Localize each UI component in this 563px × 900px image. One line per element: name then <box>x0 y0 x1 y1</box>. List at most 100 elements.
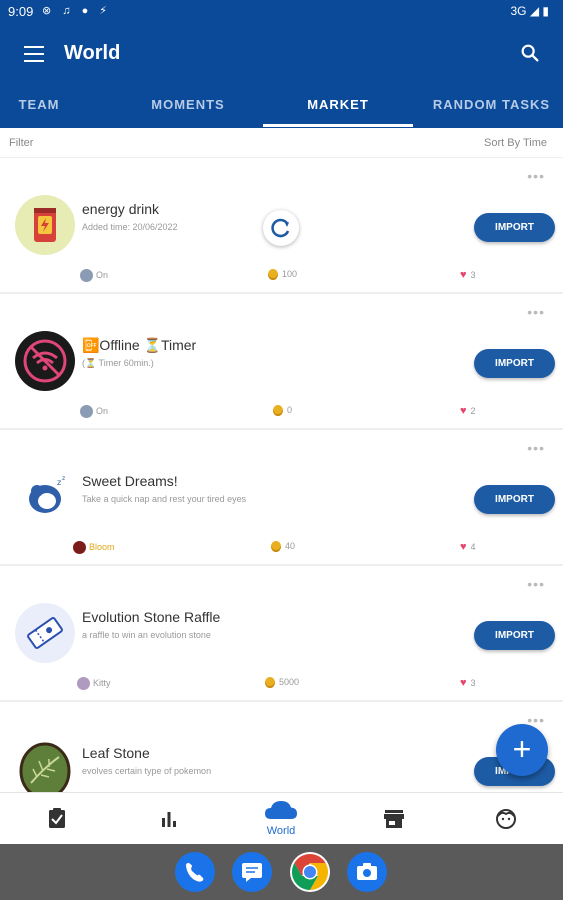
tab-bar: TEAM MOMENTS MARKET RANDOM TASKS <box>0 84 563 128</box>
notification-icons: ⊗ ♫ ● ⚡ <box>42 5 112 17</box>
list-item[interactable]: ••• Leaf Stone evolves certain type of p… <box>0 702 563 792</box>
heart-icon: ♥ <box>460 541 467 553</box>
import-button[interactable]: IMPORT <box>474 485 555 514</box>
import-button[interactable]: IMPORT <box>474 213 555 242</box>
coin-icon <box>268 269 278 281</box>
tab-team[interactable]: TEAM <box>0 84 78 128</box>
nav-tasks[interactable] <box>27 793 87 845</box>
market-list[interactable]: ••• energy drink Added time: 20/06/2022 … <box>0 158 563 792</box>
avatar <box>80 405 93 418</box>
item-likes[interactable]: ♥ 2 <box>460 405 476 417</box>
price-value: 40 <box>285 541 296 551</box>
bar-chart-icon <box>162 812 176 827</box>
heart-icon: ♥ <box>460 405 467 417</box>
tab-market[interactable]: MARKET <box>263 84 413 128</box>
avatar <box>77 677 90 690</box>
messages-app-icon[interactable] <box>232 852 272 892</box>
store-icon <box>384 810 404 828</box>
offline-wifi-icon <box>15 331 75 391</box>
page-title: World <box>64 42 121 64</box>
import-button[interactable]: IMPORT <box>474 621 555 650</box>
filter-button[interactable]: Filter <box>9 137 33 149</box>
sort-button[interactable]: Sort By Time <box>484 137 547 149</box>
refresh-icon <box>271 218 290 238</box>
status-right: 3G ◢ ▮ <box>510 4 549 18</box>
price-value: 100 <box>282 269 298 279</box>
plus-icon: + <box>512 731 532 767</box>
price-value: 0 <box>287 405 293 415</box>
coin-icon <box>265 677 275 689</box>
item-author[interactable]: On <box>80 269 108 283</box>
energy-drink-icon <box>15 195 75 255</box>
item-title: Sweet Dreams! <box>82 473 178 489</box>
item-author[interactable]: Kitty <box>77 677 111 691</box>
svg-text:z: z <box>57 478 61 487</box>
likes-value: 3 <box>470 678 476 688</box>
nav-store[interactable] <box>364 793 424 845</box>
sleeping-penguin-icon: zz <box>15 467 75 527</box>
tab-indicator <box>263 124 413 127</box>
item-price: 5000 <box>265 677 299 689</box>
add-button[interactable]: + <box>496 724 548 776</box>
item-title: Leaf Stone <box>82 745 150 761</box>
cloud-icon <box>265 801 297 819</box>
nav-profile[interactable] <box>476 793 536 845</box>
coin-icon <box>271 541 281 553</box>
item-title: 📴Offline ⏳Timer <box>82 337 197 353</box>
camera-app-icon[interactable] <box>347 852 387 892</box>
menu-icon[interactable] <box>24 46 44 62</box>
bottom-nav: World <box>0 792 563 844</box>
nav-world[interactable]: World <box>251 793 311 845</box>
more-icon[interactable]: ••• <box>527 168 545 184</box>
item-description: a raffle to win an evolution stone <box>82 630 211 640</box>
likes-value: 2 <box>470 406 476 416</box>
item-price: 0 <box>273 405 293 417</box>
item-author[interactable]: Bloom <box>73 541 115 555</box>
ticket-icon <box>15 603 75 663</box>
tab-moments[interactable]: MOMENTS <box>128 84 248 128</box>
svg-text:z: z <box>62 475 65 482</box>
likes-value: 3 <box>470 270 476 280</box>
heart-icon: ♥ <box>460 269 467 281</box>
item-price: 40 <box>271 541 296 553</box>
item-price: 100 <box>268 269 298 281</box>
more-icon[interactable]: ••• <box>527 440 545 456</box>
author-name: On <box>96 405 109 416</box>
coin-icon <box>273 405 283 417</box>
refresh-indicator <box>263 210 299 246</box>
network-label: 3G <box>510 4 527 18</box>
signal-icon: ◢ <box>529 4 540 18</box>
search-icon[interactable] <box>519 42 541 64</box>
more-icon[interactable]: ••• <box>527 304 545 320</box>
app-bar: World <box>0 24 563 84</box>
item-likes[interactable]: ♥ 3 <box>460 677 476 689</box>
item-description: evolves certain type of pokemon <box>82 766 212 776</box>
list-item[interactable]: ••• 📴Offline ⏳Timer (⏳ Timer 60min.) IMP… <box>0 294 563 430</box>
import-button[interactable]: IMPORT <box>474 349 555 378</box>
face-icon <box>496 809 516 829</box>
author-name: On <box>96 269 109 280</box>
item-author[interactable]: On <box>80 405 108 419</box>
author-name: Bloom <box>89 541 115 552</box>
chrome-app-icon[interactable] <box>290 852 330 892</box>
avatar <box>73 541 86 554</box>
phone-app-icon[interactable] <box>175 852 215 892</box>
more-icon[interactable]: ••• <box>527 576 545 592</box>
item-likes[interactable]: ♥ 3 <box>460 269 476 281</box>
tab-random-tasks[interactable]: RANDOM TASKS <box>420 84 563 128</box>
avatar <box>80 269 93 282</box>
heart-icon: ♥ <box>460 677 467 689</box>
battery-icon: ▮ <box>542 4 549 18</box>
nav-stats[interactable] <box>139 793 199 845</box>
list-item[interactable]: ••• Evolution Stone Raffle a raffle to w… <box>0 566 563 702</box>
leaf-stone-icon <box>15 739 75 792</box>
item-description: (⏳ Timer 60min.) <box>82 358 154 368</box>
item-description: Added time: 20/06/2022 <box>82 222 178 232</box>
status-bar: 9:09 ⊗ ♫ ● ⚡ 3G ◢ ▮ <box>0 0 563 24</box>
item-likes[interactable]: ♥ 4 <box>460 541 476 553</box>
item-description: Take a quick nap and rest your tired eye… <box>82 494 247 504</box>
nav-world-label: World <box>266 825 296 837</box>
likes-value: 4 <box>470 542 476 552</box>
list-item[interactable]: ••• zz Sweet Dreams! Take a quick nap an… <box>0 430 563 566</box>
author-name: Kitty <box>93 677 111 688</box>
